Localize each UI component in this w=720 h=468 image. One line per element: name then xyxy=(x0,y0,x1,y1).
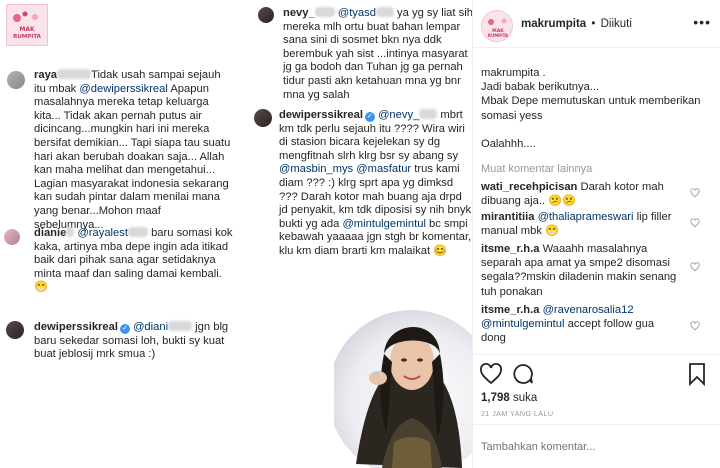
blurred-name xyxy=(314,7,335,17)
post-sidebar: MAK RUMPITA makrumpita • Diikuti ••• mak… xyxy=(472,0,720,468)
mention-link[interactable]: @ravenarosalia12 xyxy=(543,304,634,316)
like-comment-heart-icon[interactable] xyxy=(690,188,700,198)
celebrity-photo xyxy=(334,292,472,468)
verified-badge-icon: ✓ xyxy=(119,324,130,334)
profile-avatar[interactable]: MAK RUMPITA xyxy=(481,10,513,42)
comment-username: nevy_ xyxy=(283,7,315,19)
blurred-name xyxy=(419,109,438,119)
svg-text:RUMPITA: RUMPITA xyxy=(488,33,509,38)
comment-nevy: nevy_ @tyasd ya yg sy liat sih mereka ml… xyxy=(283,7,473,102)
like-comment-heart-icon[interactable] xyxy=(690,262,700,272)
mention-link: @nevy_ xyxy=(378,109,420,121)
comment-raya: raya Tidak usah sampai sejauh itu mbak @d… xyxy=(34,69,232,232)
comment-username[interactable]: itsme_r.h.a xyxy=(481,304,539,316)
comment-form xyxy=(473,424,720,468)
comment-item: wati_recehpicisan Darah kotor mah dibuan… xyxy=(481,180,681,208)
comment-icon[interactable] xyxy=(511,362,535,386)
blurred-name xyxy=(66,227,75,237)
follow-status-button[interactable]: Diikuti xyxy=(601,18,632,30)
comment-item: itsme_r.h.a Waaahh masalahnya separah ap… xyxy=(481,242,681,299)
post-header: MAK RUMPITA makrumpita • Diikuti ••• xyxy=(473,0,720,48)
post-caption: makrumpita . Jadi babak berikutnya... Mb… xyxy=(481,66,713,151)
blurred-name xyxy=(57,69,92,79)
mention-link: @masfatur xyxy=(356,163,412,176)
like-comment-heart-icon[interactable] xyxy=(690,218,700,228)
avatar xyxy=(6,321,24,339)
comment-item: mirantitiia @thaliaprameswari lip filler… xyxy=(481,210,681,238)
caption-line: makrumpita . xyxy=(481,67,546,79)
likes-number: 1,798 xyxy=(481,392,510,404)
comment-username[interactable]: mirantitiia xyxy=(481,211,534,223)
makrumpita-logo: MAK RUMPITA xyxy=(6,4,48,46)
comment-dewiperssikreal-1: dewiperssikreal ✓ @diani jgn blg baru sek… xyxy=(34,321,234,362)
blurred-name xyxy=(168,321,193,331)
mention-link: @diani xyxy=(133,321,169,333)
separator-dot: • xyxy=(591,18,596,30)
post-author: makrumpita • Diikuti xyxy=(521,18,632,30)
comment-text: ya yg sy liat sih mereka mlh ortu buat b… xyxy=(283,7,473,101)
mention-link[interactable]: @mintulgemintul xyxy=(481,318,565,330)
post-image: MAK RUMPITA raya Tidak usah sampai sejauh… xyxy=(0,0,473,468)
caption-line: Jadi babak berikutnya... xyxy=(481,81,600,94)
avatar xyxy=(258,7,274,23)
avatar xyxy=(254,109,272,127)
blurred-name xyxy=(375,7,394,17)
bookmark-icon[interactable] xyxy=(685,362,709,386)
verified-badge-icon: ✓ xyxy=(364,112,375,122)
blurred-name xyxy=(127,227,148,237)
comment-username: dewiperssikreal xyxy=(279,109,363,121)
comment-username: dewiperssikreal xyxy=(34,321,118,333)
comment-text: Apapun masalahnya mereka tetap keluarga … xyxy=(34,82,231,231)
comment-username: raya xyxy=(34,69,58,81)
mention-link: @tyasd xyxy=(337,7,376,19)
mention-link: @masbin_mys xyxy=(279,163,354,176)
comment-item: itsme_r.h.a @ravenarosalia12 @mintulgemi… xyxy=(481,303,681,346)
svg-text:MAK: MAK xyxy=(19,26,35,33)
comment-username: dianie xyxy=(34,227,67,239)
add-comment-input[interactable] xyxy=(481,437,701,457)
load-more-comments-link[interactable]: Muat komentar lainnya xyxy=(481,163,592,175)
more-options-icon[interactable]: ••• xyxy=(693,14,711,30)
caption-line: Oalahhh.... xyxy=(481,137,536,150)
heart-icon[interactable] xyxy=(479,362,503,386)
like-comment-heart-icon[interactable] xyxy=(690,321,700,331)
likes-label: suka xyxy=(512,392,538,404)
mention-link: @dewiperssikreal xyxy=(79,82,168,95)
svg-text:RUMPITA: RUMPITA xyxy=(13,34,42,40)
username-link[interactable]: makrumpita xyxy=(521,18,586,30)
caption-line: Mbak Depe memutuskan untuk memberikan so… xyxy=(481,95,701,122)
action-bar xyxy=(473,354,720,394)
avatar xyxy=(4,229,20,245)
comment-username[interactable]: itsme_r.h.a xyxy=(481,243,539,255)
comment-dewiperssikreal-2: dewiperssikreal ✓ @nevy_ mbrt km tdk perl… xyxy=(279,109,473,259)
avatar xyxy=(7,71,25,89)
mention-link[interactable]: @thaliaprameswari xyxy=(538,211,634,223)
mention-link: @mintulgemintul xyxy=(342,217,426,230)
comment-dianie: dianie @rayalest baru somasi kok kaka, a… xyxy=(34,227,234,295)
likes-count[interactable]: 1,798 suka xyxy=(481,392,537,404)
mention-link: @rayalest xyxy=(77,227,128,239)
post-timestamp[interactable]: 21 JAM YANG LALU xyxy=(481,409,553,418)
comment-username[interactable]: wati_recehpicisan xyxy=(481,181,577,193)
